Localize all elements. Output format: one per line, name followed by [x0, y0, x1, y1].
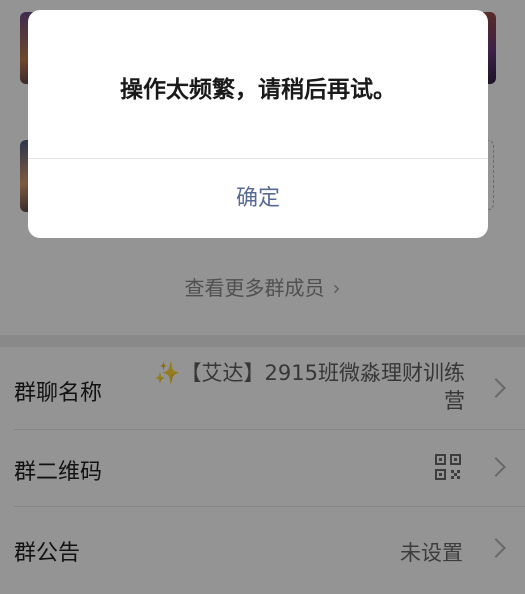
confirm-button[interactable]: 确定	[28, 159, 488, 238]
dialog-message: 操作太频繁，请稍后再试。	[120, 77, 396, 103]
alert-dialog: 操作太频繁，请稍后再试。 确定	[28, 10, 488, 238]
